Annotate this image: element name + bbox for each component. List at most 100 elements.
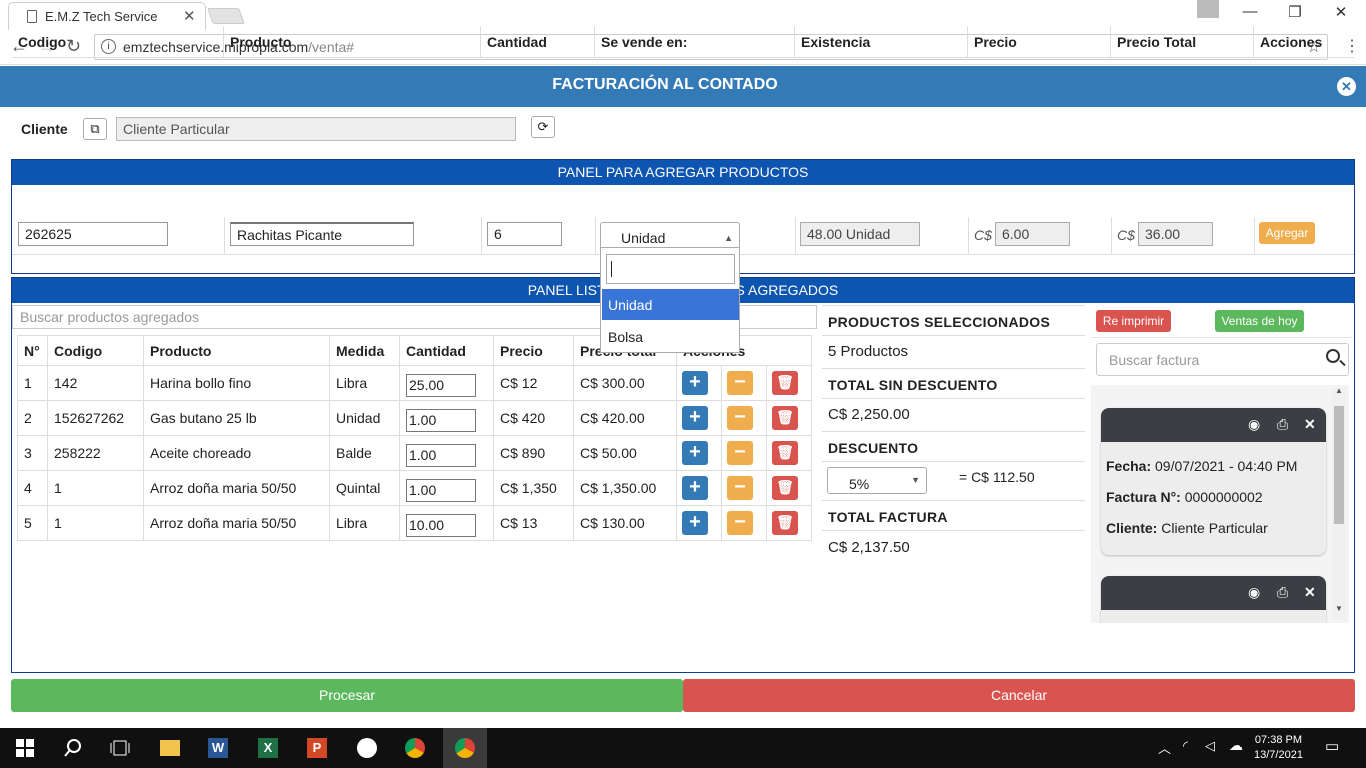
word-icon[interactable]: W <box>208 738 228 758</box>
print-icon[interactable]: ⎙ <box>1277 584 1288 601</box>
tray-chevron-icon[interactable]: ︿ <box>1158 738 1171 757</box>
cell-action: + <box>676 470 722 506</box>
se-vende-select[interactable]: Unidad ▲ <box>600 222 740 250</box>
cantidad-row-input[interactable]: 1.00 <box>406 443 476 467</box>
cantidad-row-input[interactable]: 10.00 <box>406 513 476 537</box>
close-modal-icon[interactable]: ✕ <box>1337 77 1356 96</box>
chrome-icon[interactable] <box>405 738 425 758</box>
cell-cantidad: 1.00 <box>399 470 494 506</box>
close-window-icon[interactable]: ✕ <box>1326 3 1356 21</box>
codigo-input[interactable]: 262625 <box>18 222 168 246</box>
delete-button[interactable]: 🗑 <box>772 406 798 430</box>
close-tab-icon[interactable]: ✕ <box>183 7 196 25</box>
invoice-list: ◉ ⎙ ✕ Fecha: 09/07/2021 - 04:40 PM Factu… <box>1091 385 1349 623</box>
date: 13/7/2021 <box>1254 749 1303 761</box>
page-icon <box>27 10 37 23</box>
scrollbar-thumb[interactable] <box>1334 406 1344 524</box>
buscar-factura-input[interactable]: Buscar factura <box>1096 343 1349 376</box>
fecha-label: Fecha: <box>1106 458 1152 474</box>
producto-input[interactable]: Rachitas Picante <box>230 222 414 246</box>
page-title: FACTURACIÓN AL CONTADO <box>552 76 778 93</box>
task-view-icon[interactable] <box>110 738 130 758</box>
increase-button[interactable]: + <box>682 511 708 535</box>
cell-medida: Balde <box>329 435 400 471</box>
restore-icon[interactable]: ❐ <box>1280 3 1310 21</box>
cantidad-row-input[interactable]: 1.00 <box>406 408 476 432</box>
tab-title: E.M.Z Tech Service <box>45 9 158 24</box>
decrease-button[interactable]: − <box>727 476 753 500</box>
delete-button[interactable]: 🗑 <box>772 371 798 395</box>
decrease-button[interactable]: − <box>727 406 753 430</box>
app-icon[interactable] <box>357 738 377 758</box>
file-explorer-icon[interactable] <box>160 740 180 756</box>
table-row: 4 1 Arroz doña maria 50/50 Quintal 1.00 C$ 1,… <box>17 470 812 506</box>
delete-button[interactable]: 🗑 <box>772 476 798 500</box>
total-sin-descuento-value: C$ 2,250.00 <box>828 406 910 423</box>
cancelar-button[interactable]: Cancelar <box>683 679 1355 712</box>
table-row: 5 1 Arroz doña maria 50/50 Libra 10.00 C$ 13 C… <box>17 505 812 541</box>
scroll-up-icon[interactable]: ▲ <box>1335 386 1343 395</box>
refresh-client-button[interactable]: ⟳ <box>531 116 555 138</box>
cantidad-row-input[interactable]: 1.00 <box>406 478 476 502</box>
factura-label: Factura N°: <box>1106 489 1181 505</box>
cell-action: 🗑 <box>766 505 812 541</box>
chevron-down-icon: ▼ <box>911 475 920 485</box>
minimize-icon[interactable]: — <box>1235 3 1265 20</box>
cell-medida: Libra <box>329 505 400 541</box>
dropdown-option-unidad[interactable]: Unidad <box>602 289 739 320</box>
delete-button[interactable]: 🗑 <box>772 511 798 535</box>
clock[interactable]: 07:38 PM 13/7/2021 <box>1254 733 1303 763</box>
windows-start-icon[interactable] <box>16 739 34 757</box>
dropdown-option-bolsa[interactable]: Bolsa <box>602 321 739 352</box>
client-field[interactable]: Cliente Particular <box>116 117 516 141</box>
cell-cantidad: 10.00 <box>399 505 494 541</box>
ventas-hoy-button[interactable]: Ventas de hoy <box>1215 310 1304 332</box>
cloud-icon[interactable]: ☁ <box>1229 737 1243 754</box>
print-icon[interactable]: ⎙ <box>1277 416 1288 433</box>
volume-icon[interactable]: ◁ <box>1205 738 1215 754</box>
profile-icon[interactable] <box>1197 0 1219 18</box>
reimprimir-button[interactable]: Re imprimir <box>1096 310 1171 332</box>
excel-icon[interactable]: X <box>258 738 278 758</box>
powerpoint-icon[interactable]: P <box>307 738 327 758</box>
cantidad-row-input[interactable]: 25.00 <box>406 373 476 397</box>
descuento-select[interactable]: 5% ▼ <box>827 467 927 494</box>
cell-action: 🗑 <box>766 400 812 436</box>
col-codigo: Codigo <box>12 26 224 58</box>
eye-icon[interactable]: ◉ <box>1248 416 1260 433</box>
scroll-down-icon[interactable]: ▼ <box>1335 604 1343 613</box>
cell-producto: Arroz doña maria 50/50 <box>143 470 330 506</box>
descuento-select-value: 5% <box>849 476 870 492</box>
cantidad-input[interactable]: 6 <box>487 222 562 246</box>
external-link-button[interactable]: ⧉ <box>83 118 107 140</box>
wifi-icon[interactable]: ◜ <box>1183 738 1188 754</box>
increase-button[interactable]: + <box>682 406 708 430</box>
procesar-button[interactable]: Procesar <box>11 679 683 712</box>
agregar-button[interactable]: Agregar <box>1259 222 1315 244</box>
se-vende-dropdown: Unidad Bolsa <box>600 247 740 353</box>
cell-producto: Aceite choreado <box>143 435 330 471</box>
delete-invoice-icon[interactable]: ✕ <box>1304 416 1316 433</box>
delete-invoice-icon[interactable]: ✕ <box>1304 584 1316 601</box>
increase-button[interactable]: + <box>682 476 708 500</box>
decrease-button[interactable]: − <box>727 371 753 395</box>
invoice-list-scrollbar[interactable]: ▲ ▼ <box>1332 386 1346 620</box>
chrome-active-icon[interactable] <box>455 738 475 758</box>
new-tab-button[interactable] <box>207 8 245 24</box>
delete-button[interactable]: 🗑 <box>772 441 798 465</box>
dropdown-search-input[interactable] <box>606 254 735 284</box>
cell-n: 5 <box>17 505 48 541</box>
client-label: Cliente <box>21 121 68 137</box>
search-icon[interactable] <box>1326 349 1340 363</box>
increase-button[interactable]: + <box>682 371 708 395</box>
cell-codigo: 142 <box>47 365 144 401</box>
search-taskbar-icon[interactable] <box>63 738 83 758</box>
decrease-button[interactable]: − <box>727 511 753 535</box>
notifications-icon[interactable]: ▭ <box>1325 737 1339 755</box>
fecha-value: 09/07/2021 - 04:40 PM <box>1155 458 1298 474</box>
th-cantidad: Cantidad <box>399 335 494 366</box>
descuento-value: = C$ 112.50 <box>959 469 1035 485</box>
eye-icon[interactable]: ◉ <box>1248 584 1260 601</box>
increase-button[interactable]: + <box>682 441 708 465</box>
decrease-button[interactable]: − <box>727 441 753 465</box>
